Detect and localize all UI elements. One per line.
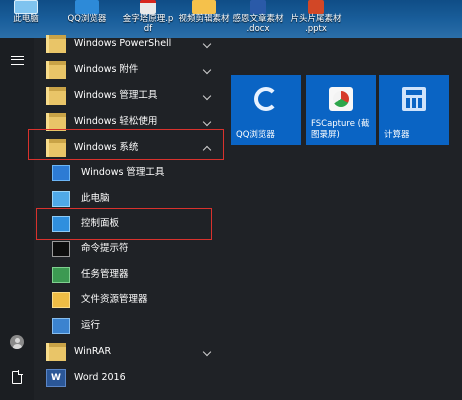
- file-explorer-icon: [52, 292, 70, 308]
- tile-label: FSCapture (截 图录屏): [311, 119, 370, 140]
- word-document-icon: [250, 0, 266, 14]
- start-menu: Windows PowerShell Windows 附件 Windows 管理…: [0, 35, 462, 400]
- pdf-icon: [140, 0, 156, 14]
- document-icon: [12, 369, 23, 384]
- folder-icon: [46, 61, 66, 79]
- hamburger-icon: [10, 55, 24, 65]
- app-list: Windows PowerShell Windows 附件 Windows 管理…: [28, 35, 224, 400]
- app-label: Windows 管理工具: [74, 90, 158, 101]
- computer-icon: [52, 191, 70, 207]
- app-label: Word 2016: [74, 372, 126, 383]
- app-label: 运行: [81, 320, 101, 331]
- task-manager-icon: [52, 267, 70, 283]
- app-label: 此电脑: [81, 193, 110, 204]
- desktop-icon-label: 视频剪辑素材: [178, 14, 230, 24]
- folder-icon: [192, 0, 216, 14]
- user-account-button[interactable]: [0, 327, 34, 357]
- app-folder-windows-admin-tools[interactable]: Windows 管理工具: [34, 83, 224, 109]
- tile-label: 计算器: [384, 130, 410, 140]
- app-file-explorer[interactable]: 文件资源管理器: [34, 287, 224, 313]
- desktop-icon-label: 感恩文章素材 .docx: [232, 14, 284, 34]
- word-icon: W: [46, 369, 66, 387]
- run-icon: [52, 318, 70, 334]
- folder-icon: [46, 35, 66, 53]
- app-word-2016[interactable]: W Word 2016: [34, 365, 224, 391]
- fscapture-icon: [329, 87, 353, 111]
- app-label: Windows 轻松使用: [74, 116, 158, 127]
- app-windows-admin-tools[interactable]: Windows 管理工具: [34, 160, 224, 186]
- highlight-box-control-panel: [36, 208, 212, 240]
- app-run[interactable]: 运行: [34, 313, 224, 339]
- chevron-down-icon: [202, 91, 212, 101]
- avatar-icon: [10, 335, 24, 349]
- app-label: Windows 管理工具: [81, 167, 165, 178]
- chevron-down-icon: [202, 347, 212, 357]
- highlight-box-windows-system: [28, 129, 224, 160]
- desktop-icon-label: QQ浏览器: [67, 14, 107, 24]
- computer-icon: [14, 0, 38, 14]
- app-label: WinRAR: [74, 346, 112, 357]
- calculator-icon: [402, 87, 426, 111]
- app-task-manager[interactable]: 任务管理器: [34, 262, 224, 288]
- app-folder-winrar[interactable]: WinRAR: [34, 339, 224, 365]
- desktop-icon-docx-file[interactable]: 感恩文章素材 .docx: [226, 0, 290, 38]
- chevron-down-icon: [202, 65, 212, 75]
- app-label: 任务管理器: [81, 269, 129, 280]
- tile-qq-browser[interactable]: QQ浏览器: [231, 75, 301, 145]
- powerpoint-icon: [308, 0, 324, 14]
- qq-browser-icon: [254, 87, 278, 111]
- folder-icon: [46, 87, 66, 105]
- admin-tools-icon: [52, 165, 70, 181]
- app-label: 命令提示符: [81, 243, 129, 254]
- tile-calculator[interactable]: 计算器: [379, 75, 449, 145]
- tile-fscapture[interactable]: FSCapture (截 图录屏): [306, 75, 376, 145]
- desktop-icon-label: 此电脑: [13, 14, 39, 24]
- tile-label: QQ浏览器: [236, 130, 275, 140]
- expand-menu-button[interactable]: [0, 45, 34, 75]
- chevron-down-icon: [202, 39, 212, 49]
- app-label: 文件资源管理器: [81, 294, 148, 305]
- app-folder-windows-accessories[interactable]: Windows 附件: [34, 57, 224, 83]
- start-menu-rail: [0, 38, 34, 400]
- app-folder-windows-powershell[interactable]: Windows PowerShell: [34, 31, 224, 57]
- chevron-down-icon: [202, 117, 212, 127]
- desktop-icon-pptx-file[interactable]: 片头片尾素材 .pptx: [284, 0, 348, 38]
- documents-button[interactable]: [0, 362, 34, 392]
- app-label: Windows 附件: [74, 64, 139, 75]
- folder-icon: [46, 343, 66, 361]
- app-label: Windows PowerShell: [74, 38, 172, 49]
- qq-browser-icon: [75, 0, 99, 14]
- command-prompt-icon: [52, 241, 70, 257]
- desktop-icon-label: 片头片尾素材 .pptx: [290, 14, 342, 34]
